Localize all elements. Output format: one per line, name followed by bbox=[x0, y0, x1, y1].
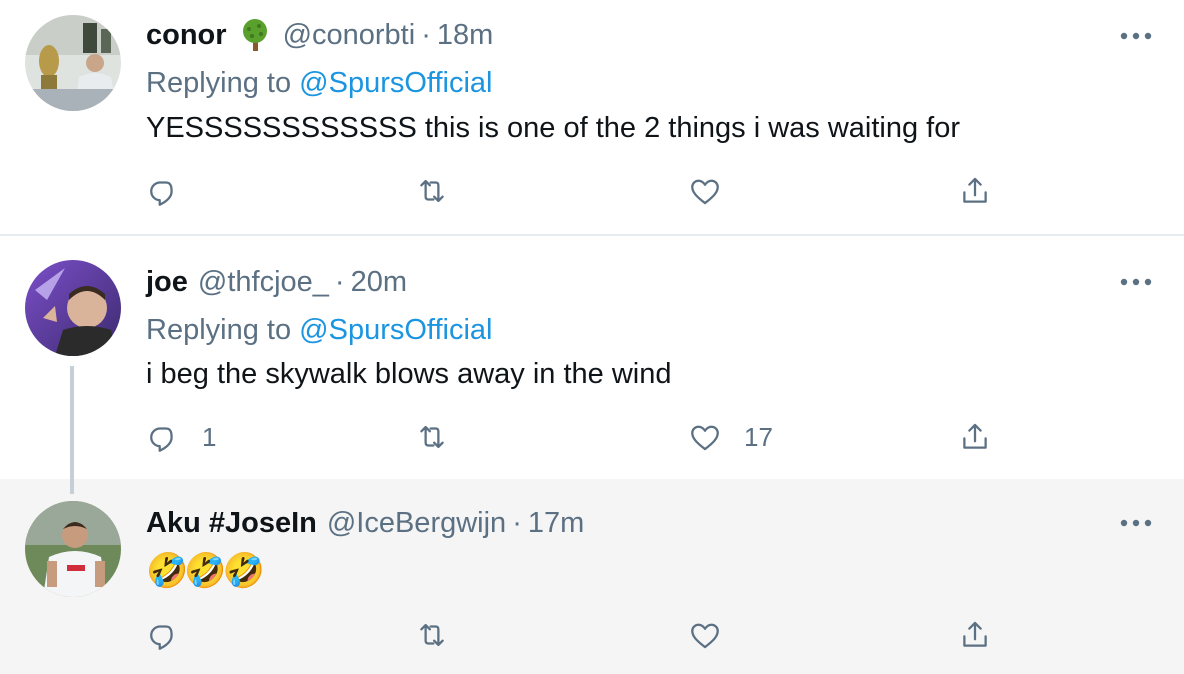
avatar[interactable] bbox=[25, 15, 121, 111]
tweet-header: joe @thfcjoe_ · 20m bbox=[146, 266, 407, 299]
share-icon bbox=[963, 177, 987, 203]
avatar[interactable] bbox=[25, 260, 121, 356]
reply-button[interactable]: 1 bbox=[146, 420, 216, 454]
thread-connector-line bbox=[70, 366, 74, 494]
reply-button[interactable] bbox=[146, 174, 202, 208]
tweet-header: conor @conorbti · 18m bbox=[146, 17, 493, 53]
display-name[interactable]: Aku #JoseIn bbox=[146, 507, 317, 540]
replying-to-label: Replying to bbox=[146, 314, 292, 346]
separator: · bbox=[421, 18, 431, 51]
tweet-header: Aku #JoseIn @IceBergwijn · 17m bbox=[146, 507, 584, 540]
like-button[interactable]: 17 bbox=[688, 420, 773, 454]
tweet[interactable]: joe @thfcjoe_ · 20m Replying to @SpursOf… bbox=[0, 238, 1184, 479]
retweet-button[interactable] bbox=[415, 618, 471, 652]
tweet-text: i beg the skywalk blows away in the wind bbox=[146, 358, 672, 390]
retweet-icon bbox=[420, 425, 444, 449]
replying-to: Replying to @SpursOfficial bbox=[146, 67, 492, 100]
deciduous-tree-icon bbox=[237, 17, 273, 53]
replying-to-label: Replying to bbox=[146, 67, 292, 99]
like-button[interactable] bbox=[688, 618, 744, 652]
separator: · bbox=[512, 507, 522, 539]
tweet-text: YESSSSSSSSSSSS this is one of the 2 thin… bbox=[146, 112, 961, 144]
reply-count: 1 bbox=[202, 421, 217, 452]
heart-icon bbox=[691, 179, 719, 205]
mention-link[interactable]: @SpursOfficial bbox=[299, 314, 492, 346]
retweet-icon bbox=[420, 623, 444, 647]
share-button[interactable] bbox=[958, 420, 992, 454]
user-handle[interactable]: @IceBergwijn bbox=[327, 507, 506, 540]
timestamp[interactable]: 18m bbox=[437, 19, 493, 52]
user-handle[interactable]: @conorbti bbox=[283, 19, 416, 52]
user-handle[interactable]: @thfcjoe_ bbox=[198, 266, 329, 299]
tweet[interactable]: Aku #JoseIn @IceBergwijn · 17m 🤣🤣🤣 bbox=[0, 479, 1184, 674]
separator: · bbox=[334, 266, 345, 298]
retweet-button[interactable] bbox=[415, 420, 471, 454]
share-icon bbox=[963, 423, 987, 449]
more-options-icon[interactable] bbox=[1118, 26, 1154, 46]
display-name[interactable]: joe bbox=[146, 266, 188, 299]
share-button[interactable] bbox=[958, 174, 992, 208]
tweet-text: 🤣🤣🤣 bbox=[146, 552, 265, 590]
reply-icon bbox=[150, 181, 173, 206]
retweet-button[interactable] bbox=[415, 174, 471, 208]
tweet[interactable]: conor @conorbti · 18m Replying to @Spurs… bbox=[0, 0, 1184, 236]
like-count: 17 bbox=[744, 421, 773, 452]
heart-icon bbox=[691, 425, 719, 451]
replying-to: Replying to @SpursOfficial bbox=[146, 314, 492, 347]
mention-link[interactable]: @SpursOfficial bbox=[299, 67, 492, 99]
timestamp[interactable]: 20m bbox=[351, 266, 407, 299]
retweet-icon bbox=[420, 179, 444, 203]
timestamp[interactable]: 17m bbox=[528, 507, 584, 540]
more-options-icon[interactable] bbox=[1118, 513, 1154, 533]
share-button[interactable] bbox=[958, 618, 992, 652]
share-icon bbox=[963, 621, 987, 647]
reply-button[interactable] bbox=[146, 618, 202, 652]
reply-icon bbox=[150, 427, 173, 452]
display-name[interactable]: conor bbox=[146, 19, 227, 52]
avatar[interactable] bbox=[25, 501, 121, 597]
more-options-icon[interactable] bbox=[1118, 272, 1154, 292]
reply-icon bbox=[150, 625, 173, 650]
heart-icon bbox=[691, 623, 719, 649]
like-button[interactable] bbox=[688, 174, 744, 208]
